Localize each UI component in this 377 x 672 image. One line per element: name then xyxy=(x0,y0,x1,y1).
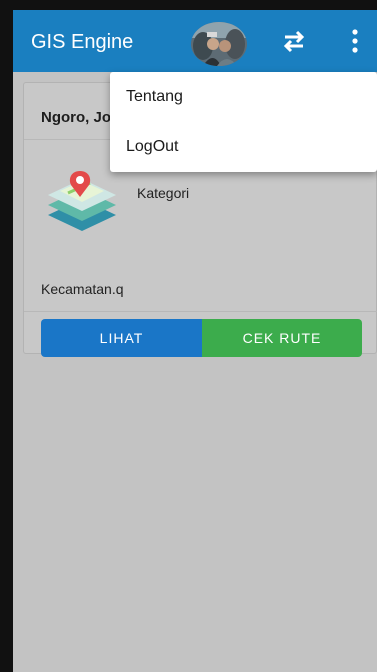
location-title: Ngoro, Jo xyxy=(41,109,111,126)
app-bar: GIS Engine xyxy=(13,10,377,72)
swap-arrows-icon xyxy=(283,30,305,53)
menu-item-tentang[interactable]: Tentang xyxy=(110,72,377,122)
menu-item-logout[interactable]: LogOut xyxy=(110,122,377,172)
more-vert-icon xyxy=(352,29,358,53)
profile-avatar[interactable] xyxy=(191,22,247,66)
swap-button[interactable] xyxy=(279,26,309,56)
device-frame-top xyxy=(0,0,377,10)
card-divider-bottom xyxy=(24,311,377,312)
device-frame-left xyxy=(0,0,13,672)
view-button[interactable]: LIHAT xyxy=(41,319,202,357)
category-label: Kategori xyxy=(137,185,190,201)
avatar-photo-icon xyxy=(191,22,247,66)
app-screen: GIS Engine Ngoro, Jo Kategori Kecamatan.… xyxy=(13,10,377,672)
app-title: GIS Engine xyxy=(31,31,134,53)
check-route-button[interactable]: CEK RUTE xyxy=(202,319,362,357)
overflow-menu: Tentang LogOut xyxy=(110,72,377,172)
district-label: Kecamatan.q xyxy=(41,281,124,297)
overflow-menu-button[interactable] xyxy=(343,26,367,56)
